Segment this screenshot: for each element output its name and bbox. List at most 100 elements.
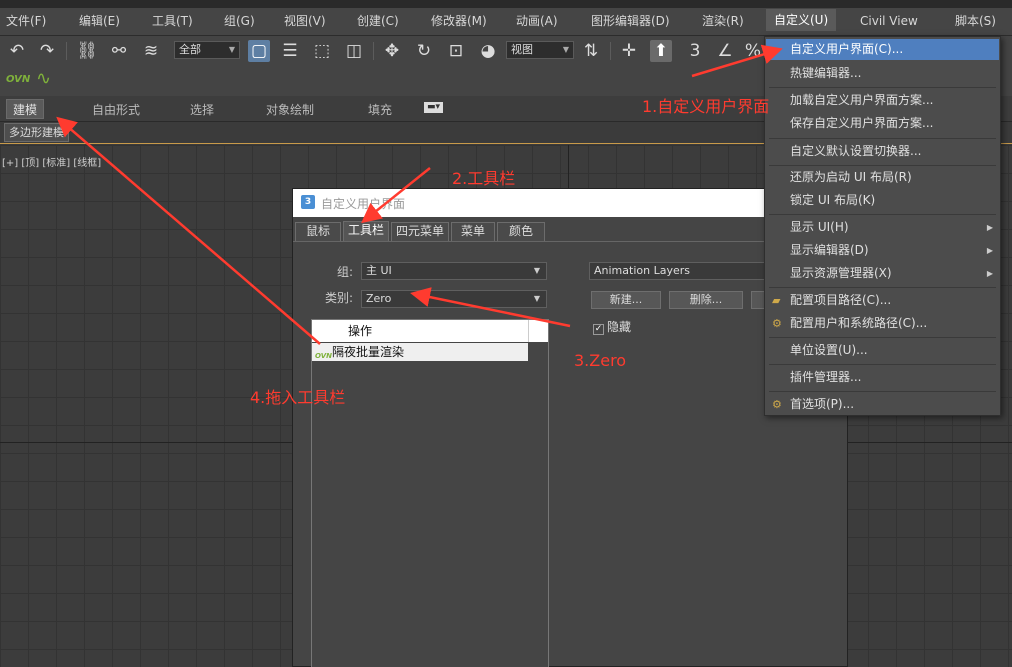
- chevron-down-icon: ▼: [562, 45, 569, 54]
- tab-toolbars[interactable]: 工具栏: [343, 221, 389, 241]
- menu-modifiers[interactable]: 修改器(M): [431, 10, 487, 32]
- reference-coord-value: 视图: [511, 43, 533, 56]
- place-icon[interactable]: ◕: [477, 40, 499, 62]
- link-icon[interactable]: ⛓: [76, 40, 98, 62]
- toolbar-separator: [373, 42, 374, 60]
- menu-item-lock-ui-layout[interactable]: 锁定 UI 布局(K): [766, 190, 999, 211]
- new-toolbar-button[interactable]: 新建...: [591, 291, 661, 309]
- menu-item-hotkey-editor[interactable]: 热键编辑器...: [766, 63, 999, 84]
- menu-item-configure-project-paths[interactable]: ▰ 配置项目路径(C)...: [766, 290, 999, 311]
- toolbar-separator: [610, 42, 611, 60]
- ribbon-tab-freeform[interactable]: 自由形式: [92, 101, 140, 118]
- tab-menus[interactable]: 菜单: [451, 222, 495, 241]
- menu-create[interactable]: 创建(C): [357, 10, 399, 32]
- viewport-label[interactable]: [+] [顶] [标准] [线框]: [2, 154, 101, 169]
- select-by-name-icon[interactable]: ☰: [279, 40, 301, 62]
- group-value: 主 UI: [366, 264, 392, 277]
- annotation-step3: 3.Zero: [574, 351, 627, 370]
- keyboard-shortcut-override-icon[interactable]: ⬆: [650, 40, 672, 62]
- chevron-down-icon: ▼: [533, 294, 540, 303]
- select-manipulate-icon[interactable]: ✛: [618, 40, 640, 62]
- hide-checkbox-label: 隐藏: [607, 320, 632, 334]
- submenu-arrow-icon: ▶: [986, 246, 993, 255]
- user-gear-icon: ⚙: [772, 317, 782, 330]
- ovn-icon: OVN: [315, 352, 332, 360]
- ribbon-tab-modeling[interactable]: 建模: [6, 99, 45, 119]
- delete-toolbar-button[interactable]: 删除...: [669, 291, 743, 309]
- menu-group[interactable]: 组(G): [224, 10, 255, 32]
- menu-item-customize-ui[interactable]: 自定义用户界面(C)...: [766, 39, 999, 60]
- annotation-step1: 1.自定义用户界面: [642, 97, 770, 116]
- group-select[interactable]: 主 UI ▼: [361, 262, 547, 280]
- menu-item-defaults-switcher[interactable]: 自定义默认设置切换器...: [766, 141, 999, 162]
- action-list[interactable]: 操作 OVN 隔夜批量渲染: [311, 319, 549, 667]
- reference-coord-dropdown[interactable]: 视图 ▼: [506, 41, 574, 59]
- menu-animation[interactable]: 动画(A): [516, 10, 558, 32]
- chevron-down-icon: ▼: [228, 45, 235, 54]
- menu-separator: [769, 364, 996, 365]
- menu-item-units-setup[interactable]: 单位设置(U)...: [766, 340, 999, 361]
- percent-snap-icon[interactable]: %: [742, 40, 764, 62]
- ribbon-tab-populate[interactable]: 填充: [368, 101, 392, 118]
- angle-snap-icon[interactable]: ∠: [714, 40, 736, 62]
- menu-item-configure-system-paths[interactable]: ⚙ 配置用户和系统路径(C)...: [766, 313, 999, 334]
- menu-item-label: 显示资源管理器(X): [790, 266, 892, 280]
- menu-item-label: 显示编辑器(D): [790, 243, 869, 257]
- undo-icon[interactable]: ↶: [6, 40, 28, 62]
- toolbar-select[interactable]: Animation Layers: [589, 262, 769, 280]
- pivot-center-icon[interactable]: ⇅: [580, 40, 602, 62]
- menu-item-preferences[interactable]: ⚙ 首选项(P)...: [766, 394, 999, 415]
- menu-civil-view[interactable]: Civil View: [860, 10, 918, 32]
- action-list-scrollbar[interactable]: [528, 320, 548, 342]
- unlink-icon[interactable]: ⚯: [108, 40, 130, 62]
- menu-customize[interactable]: 自定义(U): [766, 9, 837, 31]
- menu-item-label: 热键编辑器...: [790, 66, 862, 80]
- submenu-arrow-icon: ▶: [986, 269, 993, 278]
- redo-icon[interactable]: ↷: [36, 40, 58, 62]
- list-item[interactable]: OVN 隔夜批量渲染: [312, 343, 528, 361]
- polygon-modeling-tab[interactable]: 多边形建模: [4, 123, 69, 142]
- menu-item-show-editors[interactable]: 显示编辑器(D) ▶: [766, 240, 999, 261]
- hide-checkbox[interactable]: ✓ 隐藏: [593, 318, 631, 335]
- annotation-step4: 4.拖入工具栏: [250, 388, 346, 407]
- tab-colors[interactable]: 颜色: [497, 222, 545, 241]
- menu-scripting[interactable]: 脚本(S): [955, 10, 996, 32]
- menu-item-label: 自定义用户界面(C)...: [790, 42, 904, 56]
- window-crossing-icon[interactable]: ◫: [343, 40, 365, 62]
- menu-separator: [769, 391, 996, 392]
- menu-view[interactable]: 视图(V): [284, 10, 326, 32]
- ovn-render-icon[interactable]: ∿: [36, 68, 51, 89]
- rotate-icon[interactable]: ↻: [413, 40, 435, 62]
- menu-separator: [769, 287, 996, 288]
- ribbon-options-icon[interactable]: ▬▾: [424, 102, 444, 113]
- folder-icon: ▰: [772, 294, 781, 307]
- menu-item-save-ui-scheme[interactable]: 保存自定义用户界面方案...: [766, 113, 999, 134]
- menu-item-plugin-manager[interactable]: 插件管理器...: [766, 367, 999, 388]
- move-icon[interactable]: ✥: [381, 40, 403, 62]
- bind-space-warp-icon[interactable]: ≋: [140, 40, 162, 62]
- rectangular-selection-icon[interactable]: ⬚: [311, 40, 333, 62]
- menu-edit[interactable]: 编辑(E): [79, 10, 120, 32]
- select-object-icon[interactable]: ▢: [248, 40, 270, 62]
- scale-icon[interactable]: ⊡: [445, 40, 467, 62]
- menu-file[interactable]: 文件(F): [6, 10, 46, 32]
- ovn-icon[interactable]: OVN: [6, 74, 30, 85]
- checkbox-check-icon: ✓: [593, 324, 604, 335]
- menu-item-load-ui-scheme[interactable]: 加载自定义用户界面方案...: [766, 90, 999, 111]
- menu-item-show-ui[interactable]: 显示 UI(H) ▶: [766, 217, 999, 238]
- ribbon-tab-object-paint[interactable]: 对象绘制: [266, 101, 314, 118]
- tab-quad-menus[interactable]: 四元菜单: [391, 222, 449, 241]
- action-list-header: 操作: [312, 320, 528, 342]
- menu-tools[interactable]: 工具(T): [152, 10, 193, 32]
- menu-item-show-explorers[interactable]: 显示资源管理器(X) ▶: [766, 263, 999, 284]
- menu-item-revert-ui-layout[interactable]: 还原为启动 UI 布局(R): [766, 167, 999, 188]
- ribbon-tab-selection[interactable]: 选择: [190, 101, 214, 118]
- menu-rendering[interactable]: 渲染(R): [702, 10, 744, 32]
- tab-mouse[interactable]: 鼠标: [295, 222, 341, 241]
- menu-graph-editors[interactable]: 图形编辑器(D): [591, 10, 670, 32]
- selection-filter-dropdown[interactable]: 全部 ▼: [174, 41, 240, 59]
- toolbar-select-value: Animation Layers: [594, 264, 690, 277]
- snaps-toggle-icon[interactable]: 3: [684, 40, 706, 62]
- annotation-step2: 2.工具栏: [452, 169, 516, 188]
- category-select[interactable]: Zero ▼: [361, 290, 547, 308]
